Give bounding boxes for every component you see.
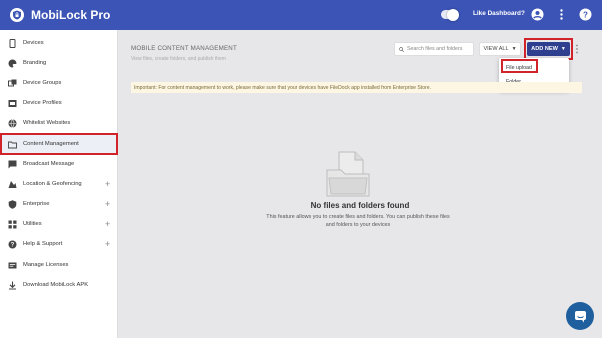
device-groups-icon — [8, 79, 17, 88]
account-icon[interactable] — [531, 8, 544, 21]
svg-text:?: ? — [583, 11, 588, 20]
search-box[interactable] — [394, 42, 474, 56]
chat-icon — [574, 310, 586, 322]
sidebar-item-label: Device Profiles — [23, 100, 62, 106]
sidebar-item-location-geofencing[interactable]: Location & Geofencing + — [0, 174, 118, 194]
folder-icon — [8, 140, 17, 149]
sidebar-item-label: Content Management — [23, 141, 79, 147]
sidebar-item-label: Whitelist Websites — [23, 120, 71, 126]
sidebar-item-label: Download MobiLock APK — [23, 282, 89, 288]
download-icon — [8, 281, 17, 290]
message-icon — [8, 160, 17, 169]
expand-plus-icon[interactable]: + — [105, 219, 110, 229]
toggle-knob — [447, 8, 459, 21]
palette-icon — [8, 58, 17, 68]
globe-icon — [8, 118, 17, 128]
search-icon — [399, 46, 404, 52]
file-upload-highlight-frame — [501, 59, 538, 73]
sidebar-item-label: Branding — [23, 60, 47, 66]
sidebar-item-download-apk[interactable]: Download MobiLock APK — [0, 275, 118, 295]
empty-state-description: This feature allows you to create files … — [266, 214, 450, 228]
sidebar-item-help-support[interactable]: ? Help & Support + — [0, 234, 118, 254]
sidebar-item-whitelist-websites[interactable]: Whitelist Websites — [0, 113, 118, 133]
expand-plus-icon[interactable]: + — [105, 239, 110, 249]
help-icon[interactable]: ? — [579, 8, 592, 21]
sidebar-item-label: Manage Licenses — [23, 262, 69, 268]
view-all-dropdown[interactable]: VIEW ALL ▼ — [479, 42, 521, 56]
sidebar-item-branding[interactable]: Branding — [0, 53, 118, 73]
sidebar-item-device-profiles[interactable]: Device Profiles — [0, 93, 118, 113]
help-icon: ? — [8, 240, 17, 249]
empty-state-title: No files and folders found — [310, 201, 410, 210]
dashboard-toggle[interactable] — [441, 8, 459, 21]
add-new-label: ADD NEW — [531, 46, 558, 52]
sidebar-item-label: Location & Geofencing — [23, 181, 82, 187]
sidebar-item-label: Broadcast Message — [23, 161, 75, 167]
sidebar-item-device-groups[interactable]: Device Groups — [0, 73, 118, 93]
like-dashboard-link[interactable]: Like Dashboard? — [473, 10, 525, 17]
location-icon — [8, 180, 17, 189]
sidebar-item-utilities[interactable]: Utilities + — [0, 214, 118, 234]
grid-icon — [8, 220, 17, 229]
sidebar-item-devices[interactable]: Devices — [0, 33, 118, 53]
sidebar-item-content-management[interactable]: Content Management — [0, 133, 118, 155]
sidebar-item-label: Device Groups — [23, 80, 62, 86]
mobilock-logo-icon — [10, 8, 24, 22]
search-input[interactable] — [407, 46, 473, 52]
caret-down-icon: ▼ — [560, 46, 566, 52]
sidebar-item-manage-licenses[interactable]: Manage Licenses — [0, 255, 118, 275]
page-subtitle: View files, create folders, and publish … — [131, 56, 226, 62]
view-all-label: VIEW ALL — [483, 46, 509, 52]
chat-support-button[interactable] — [566, 302, 594, 330]
more-options-icon[interactable] — [575, 44, 579, 54]
phone-icon — [8, 38, 17, 48]
device-profiles-icon — [8, 99, 17, 108]
caret-down-icon: ▼ — [511, 46, 517, 52]
add-new-button[interactable]: ADD NEW ▼ — [527, 42, 570, 56]
sidebar-item-label: Help & Support — [23, 241, 63, 247]
more-vert-icon[interactable] — [555, 8, 568, 21]
sidebar-item-broadcast-message[interactable]: Broadcast Message — [0, 154, 118, 174]
sidebar-item-label: Utilities — [23, 221, 42, 227]
page-title: MOBILE CONTENT MANAGEMENT — [131, 45, 237, 52]
expand-plus-icon[interactable]: + — [105, 179, 110, 189]
sidebar-item-label: Devices — [23, 40, 44, 46]
license-icon — [8, 261, 17, 270]
empty-folder-icon — [325, 150, 371, 198]
svg-text:?: ? — [11, 242, 15, 248]
important-notice: Important: For content management to wor… — [131, 82, 582, 93]
app-title: MobiLock Pro — [31, 8, 111, 22]
